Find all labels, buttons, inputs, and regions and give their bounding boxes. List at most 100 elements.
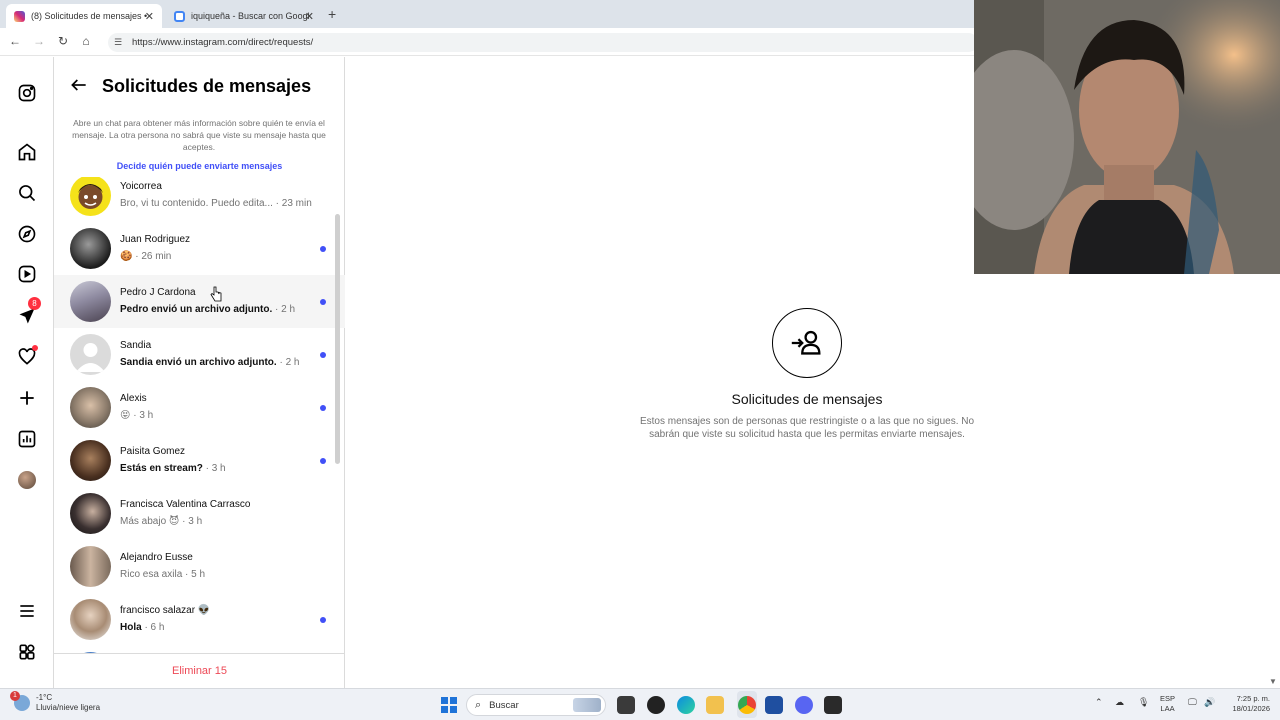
network-icon[interactable]: 🖵 [1188,697,1197,708]
request-preview: Hola · 6 h [120,622,165,633]
explore-icon[interactable] [14,221,40,247]
person-request-icon [772,308,842,378]
request-row[interactable]: Pedro J Cardona Pedro envió un archivo a… [54,275,345,328]
request-sender-name: Alejandro Eusse [120,552,193,563]
request-row[interactable]: Paisita Gomez Estás en stream? · 3 h [54,434,345,487]
search-icon: ⌕ [475,698,482,711]
request-row[interactable]: francisco salazar 👽 Hola · 6 h [54,593,345,646]
site-settings-icon[interactable]: ☰ [114,37,124,48]
home-icon[interactable] [14,139,40,165]
request-row[interactable]: Alexis 😝 · 3 h [54,381,345,434]
avatar [70,334,111,375]
avatar [70,546,111,587]
unread-dot [320,352,326,358]
tab-instagram[interactable]: (8) Solicitudes de mensajes • M ✕ [6,4,162,28]
notification-dot [32,345,38,351]
reels-icon[interactable] [14,261,40,287]
home-button[interactable]: ⌂ [78,34,94,48]
hand-cursor-icon [210,286,222,302]
weather-widget[interactable]: 1 -1°C Lluvia/nieve ligera [10,691,100,713]
request-preview: 🍪 · 26 min [120,251,172,262]
request-row[interactable]: Alejandro Eusse Rico esa axila · 5 h [54,540,345,593]
task-view-icon[interactable] [617,696,635,714]
unread-dot [320,299,326,305]
layout-code: LAA [1160,704,1175,713]
clock-date: 18/01/2026 [1232,704,1270,713]
list-scrollbar[interactable] [335,214,340,464]
request-sender-name: Sandia [120,340,152,351]
language-indicator[interactable]: ESP LAA [1160,694,1175,714]
empty-state-description: Estos mensajes son de personas que restr… [639,416,975,440]
page-title: Solicitudes de mensajes [102,76,312,96]
instagram-nav-rail: 8 [0,57,54,688]
avatar [70,177,111,216]
request-row[interactable]: Juan Rodriguez 🍪 · 26 min [54,222,345,275]
epic-games-icon[interactable] [824,696,842,714]
request-sender-name: francisco salazar 👽 [120,605,211,616]
avatar [70,599,111,640]
onedrive-icon[interactable]: ☁ [1115,697,1124,708]
request-preview: Pedro envió un archivo adjunto. · 2 h [120,304,296,315]
profile-avatar[interactable] [14,467,40,493]
clock-time: 7:25 p. m. [1236,694,1270,703]
request-preview: Rico esa axila · 5 h [120,569,206,580]
request-row[interactable]: Francisca Valentina Carrasco Más abajo 😈… [54,487,345,540]
request-row[interactable]: Yoicorrea Bro, vi tu contenido. Puedo ed… [54,177,345,222]
discord-icon[interactable] [795,696,813,714]
scroll-down-arrow-icon[interactable]: ▼ [1269,677,1277,686]
request-sender-name: Francisca Valentina Carrasco [120,499,251,510]
request-row[interactable]: Sandia Sandia envió un archivo adjunto. … [54,328,345,381]
unread-dot [320,405,326,411]
url-text: https://www.instagram.com/direct/request… [132,37,314,48]
taskbar-search-label: Buscar [489,699,519,711]
search-icon[interactable] [14,180,40,206]
messages-icon[interactable]: 8 [14,297,41,329]
dashboard-icon[interactable] [14,426,40,452]
also-from-meta-icon[interactable] [14,639,40,665]
tray-overflow-icon[interactable]: ⌃ [1095,697,1103,708]
reload-button[interactable]: ↻ [55,34,71,48]
weather-text: -1°C Lluvia/nieve ligera [36,693,100,713]
tab-title: (8) Solicitudes de mensajes • M [31,11,149,21]
new-tab-button[interactable]: + [328,6,336,22]
avatar [70,228,111,269]
avatar [70,281,111,322]
notifications-icon[interactable] [14,344,40,370]
search-highlight-image [573,698,601,712]
create-icon[interactable] [14,385,40,411]
decide-who-can-message-link[interactable]: Decide quién puede enviarte mensajes [54,161,345,171]
microsoft-store-icon[interactable] [765,696,783,714]
empty-state-title: Solicitudes de mensajes [731,391,883,407]
chrome-icon[interactable] [738,696,756,714]
weather-badge: 1 [10,691,20,701]
back-button[interactable]: ← [7,34,23,48]
tab-google[interactable]: iquiqueña - Buscar con Google ✕ [166,4,322,28]
close-tab-icon[interactable]: ✕ [145,10,154,23]
weather-temp: -1°C [36,693,53,702]
request-sender-name: Pedro J Cardona [120,287,196,298]
instagram-logo-icon[interactable] [14,80,40,106]
request-preview: Bro, vi tu contenido. Puedo edita... · 2… [120,198,312,209]
more-menu-icon[interactable] [14,598,40,624]
request-row[interactable] [54,646,345,653]
windows-start-icon[interactable] [441,697,457,713]
address-bar[interactable]: ☰ https://www.instagram.com/direct/reque… [108,33,978,52]
requests-list: Yoicorrea Bro, vi tu contenido. Puedo ed… [54,177,345,653]
delete-all-button[interactable]: Eliminar 15 [54,653,345,688]
edge-icon[interactable] [677,696,695,714]
unread-dot [320,617,326,623]
volume-icon[interactable]: 🔊 [1204,697,1215,708]
obs-icon[interactable] [647,696,665,714]
close-tab-icon[interactable]: ✕ [305,10,314,23]
back-arrow-icon[interactable] [68,75,90,95]
system-clock[interactable]: 7:25 p. m. 18/01/2026 [1224,694,1270,714]
forward-button[interactable]: → [31,34,47,48]
file-explorer-icon[interactable] [706,696,724,714]
unread-dot [320,246,326,252]
messages-badge: 8 [28,297,41,310]
microphone-icon[interactable]: 🎙 [1138,697,1149,708]
tab-title: iquiqueña - Buscar con Google [191,11,309,21]
taskbar-search[interactable]: ⌕ Buscar [466,694,606,716]
lang-code: ESP [1160,694,1176,703]
request-sender-name: Juan Rodriguez [120,234,191,245]
